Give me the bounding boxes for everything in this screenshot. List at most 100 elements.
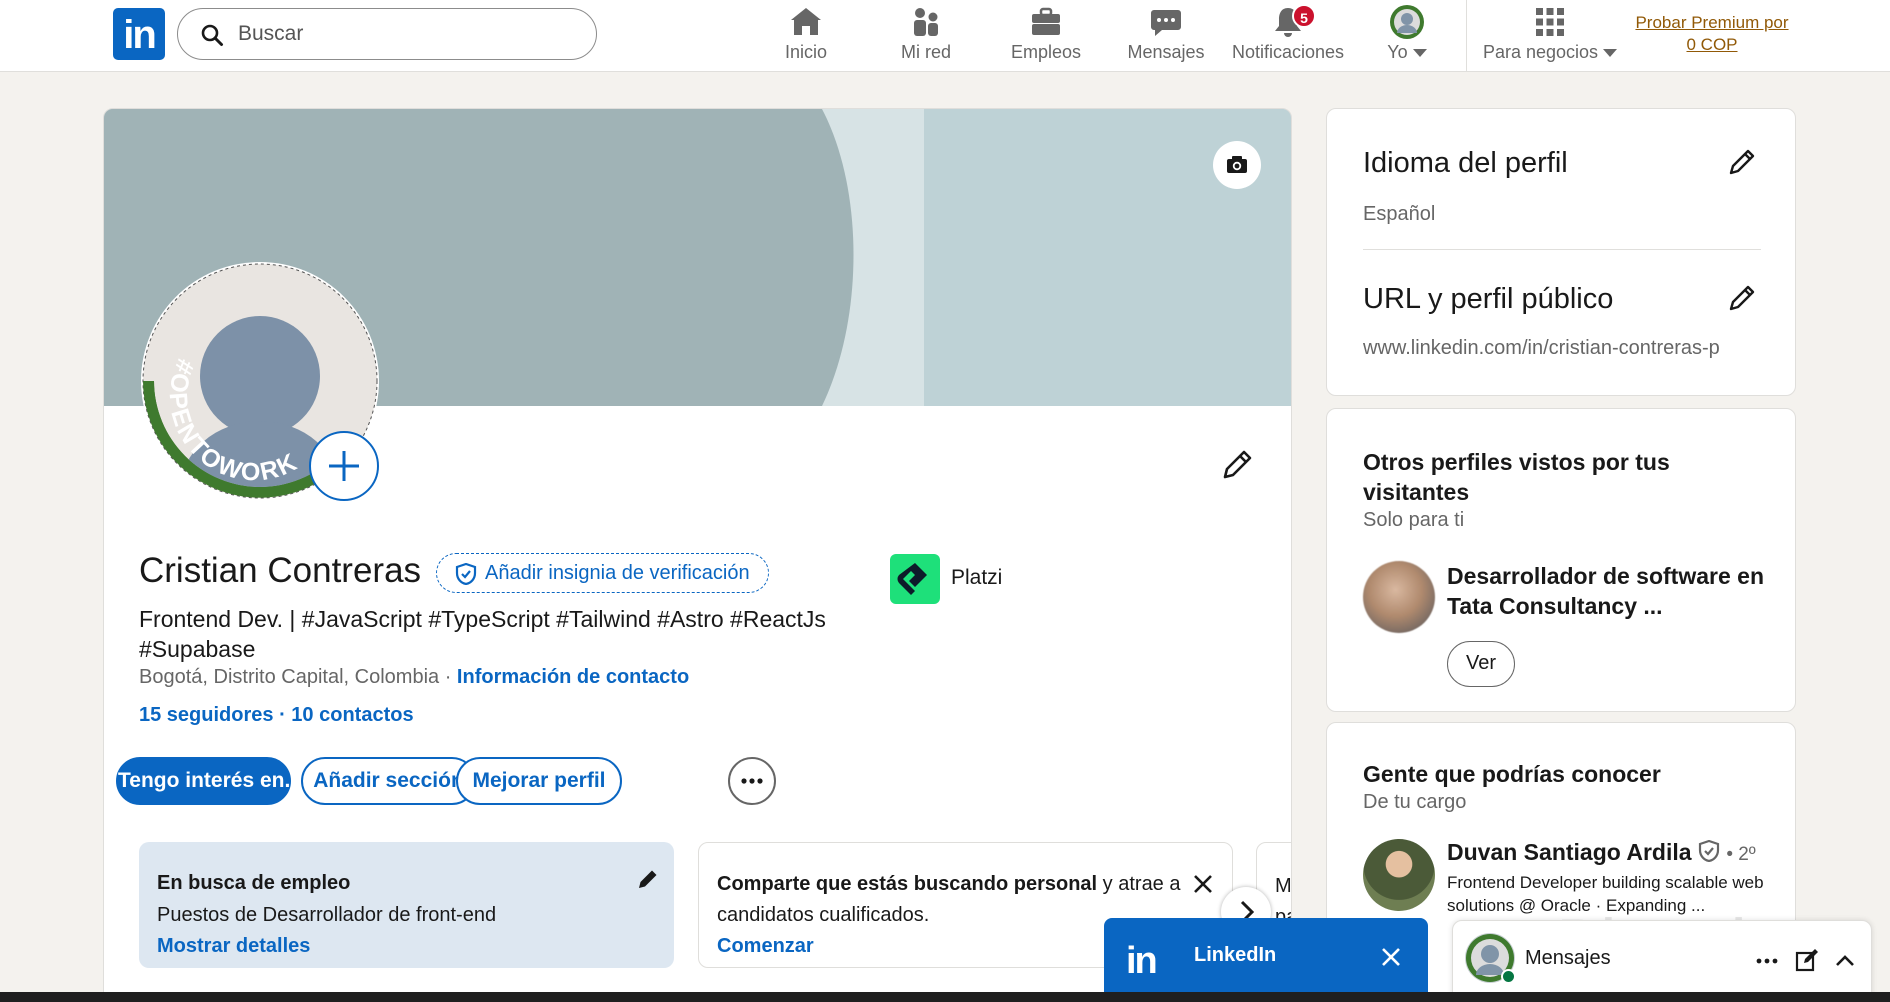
nav-label-messages: Mensajes: [1127, 42, 1205, 62]
close-icon[interactable]: [1378, 944, 1404, 970]
network-stats: 15 seguidores · 10 contactos: [139, 704, 414, 727]
popup-title: LinkedIn: [1194, 944, 1277, 966]
messaging-bar[interactable]: Mensajes: [1452, 920, 1872, 1002]
pymk-subtitle: De tu cargo: [1363, 791, 1467, 813]
public-url-title: URL y perfil público: [1363, 283, 1614, 315]
pencil-icon[interactable]: [1725, 145, 1759, 179]
edit-banner-button[interactable]: [1213, 141, 1261, 189]
open-to-button[interactable]: Tengo interés en...: [116, 757, 302, 805]
notification-badge: 5: [1292, 4, 1316, 28]
edit-intro-button[interactable]: [1217, 445, 1257, 485]
company-name: Platzi: [951, 566, 1003, 589]
people-also-viewed-subtitle: Solo para ti: [1363, 509, 1465, 531]
public-url-value: www.linkedin.com/in/cristian-contreras-p: [1363, 337, 1720, 359]
pencil-icon[interactable]: [1725, 281, 1759, 315]
linkedin-logo: in: [1126, 940, 1158, 982]
profile-headline: Frontend Dev. | #JavaScript #TypeScript …: [139, 606, 826, 662]
pencil-icon: [1223, 450, 1252, 479]
pencil-icon[interactable]: [635, 866, 661, 892]
screen-bottom-edge: [0, 992, 1890, 1002]
camera-icon: [1227, 156, 1247, 173]
messaging-title: Mensajes: [1525, 947, 1611, 969]
open-to-work-title: En busca de empleo: [157, 872, 351, 894]
linkedin-popup[interactable]: in LinkedIn: [1104, 918, 1428, 1002]
nav-item-network[interactable]: Mi red: [896, 4, 956, 68]
visitor-headline[interactable]: Desarrollador de software en Tata Consul…: [1447, 561, 1767, 621]
online-status-dot: [1501, 969, 1516, 984]
premium-line-2: 0 COP: [1686, 35, 1738, 54]
add-verification-badge-button[interactable]: Añadir insignia de verificación: [436, 553, 769, 593]
enhance-profile-button[interactable]: Mejorar perfil: [456, 757, 622, 805]
connections-link[interactable]: 10 contactos: [291, 704, 413, 726]
verify-label: Añadir insignia de verificación: [485, 562, 750, 584]
followers-link[interactable]: 15 seguidores: [139, 704, 274, 726]
linkedin-logo[interactable]: in: [113, 8, 165, 60]
nav-business-menu: Para negocios: [1482, 42, 1618, 63]
nav-label-business: Para negocios: [1482, 42, 1599, 62]
stats-separator: ·: [273, 704, 292, 726]
platzi-logo: [890, 554, 940, 604]
divider: [1363, 249, 1761, 250]
nav-item-notifications[interactable]: 5 Notificaciones: [1228, 4, 1348, 68]
nav-label-notifications: Notificaciones: [1231, 42, 1345, 62]
plus-icon: [329, 451, 359, 481]
pymk-person[interactable]: Duvan Santiago Ardila • 2º: [1447, 839, 1756, 866]
pymk-title: Gente que podrías conocer: [1363, 761, 1661, 787]
get-started-link[interactable]: Comenzar: [717, 935, 814, 958]
nav-item-home[interactable]: Inicio: [776, 4, 836, 68]
grid-icon: [1536, 8, 1564, 36]
profile-language-value: Español: [1363, 203, 1436, 225]
profile-intro-card: #OPENTOWORK Cristian Contreras Añadir in…: [103, 108, 1292, 1002]
try-premium-link[interactable]: Probar Premium por 0 COP: [1622, 12, 1802, 56]
chevron-up-icon[interactable]: [1831, 947, 1859, 975]
view-profile-button[interactable]: Ver: [1447, 641, 1515, 687]
hiring-promo-bold: Comparte que estás buscando personal: [717, 873, 1098, 895]
chevron-down-icon: [1603, 49, 1618, 57]
people-also-viewed-card: Otros perfiles vistos por tus visitantes…: [1326, 408, 1796, 712]
add-photo-button[interactable]: [309, 431, 379, 501]
chevron-down-icon: [1412, 49, 1427, 57]
nav-label-me: Yo: [1387, 42, 1408, 62]
compose-icon[interactable]: [1793, 947, 1821, 975]
nav-label-home: Inicio: [784, 42, 828, 62]
open-to-work-box: En busca de empleo Puestos de Desarrolla…: [139, 842, 674, 968]
search-box[interactable]: [177, 8, 597, 60]
nav-separator: [1466, 0, 1467, 72]
network-icon: [914, 8, 938, 36]
more-actions-button[interactable]: [728, 757, 776, 805]
avatar[interactable]: [1363, 561, 1435, 633]
close-icon[interactable]: [1190, 871, 1216, 897]
promo-card-line-1: M: [1275, 875, 1292, 897]
home-icon: [791, 8, 821, 35]
platzi-logo-mark: [897, 563, 927, 595]
show-details-link[interactable]: Mostrar detalles: [157, 935, 310, 958]
avatar[interactable]: [1363, 839, 1435, 911]
profile-settings-card: Idioma del perfil Español URL y perfil p…: [1326, 108, 1796, 396]
nav-label-network: Mi red: [900, 42, 951, 62]
nav-label-jobs: Empleos: [1011, 42, 1082, 62]
message-icon: [1151, 10, 1181, 36]
more-icon[interactable]: [1753, 947, 1781, 975]
contact-info-link[interactable]: Información de contacto: [457, 666, 689, 688]
premium-line-1: Probar Premium por: [1635, 13, 1789, 32]
pymk-name: Duvan Santiago Ardila: [1447, 839, 1692, 865]
nav-item-business[interactable]: Para negocios: [1482, 4, 1618, 68]
profile-location: Bogotá, Distrito Capital, Colombia: [139, 666, 440, 688]
search-input[interactable]: [238, 17, 578, 51]
nav-item-jobs[interactable]: Empleos: [1011, 4, 1081, 68]
nav-item-messages[interactable]: Mensajes: [1126, 4, 1206, 68]
open-to-work-roles: Puestos de Desarrollador de front-end: [157, 904, 497, 926]
more-icon: [741, 778, 763, 784]
nav-item-me[interactable]: Yo: [1379, 4, 1435, 68]
verified-shield-icon: [1698, 839, 1720, 863]
shield-check-icon: [455, 563, 477, 585]
connection-degree: • 2º: [1726, 844, 1756, 865]
location-separator: ·: [439, 666, 457, 688]
search-icon: [201, 24, 223, 46]
profile-location-row: Bogotá, Distrito Capital, Colombia · Inf…: [139, 666, 689, 689]
add-section-button[interactable]: Añadir sección: [301, 757, 476, 805]
profile-language-title: Idioma del perfil: [1363, 147, 1568, 179]
people-also-viewed-title: Otros perfiles vistos por tus visitantes: [1363, 449, 1670, 505]
avatar-icon: [1390, 5, 1424, 39]
profile-name: Cristian Contreras: [139, 551, 422, 590]
